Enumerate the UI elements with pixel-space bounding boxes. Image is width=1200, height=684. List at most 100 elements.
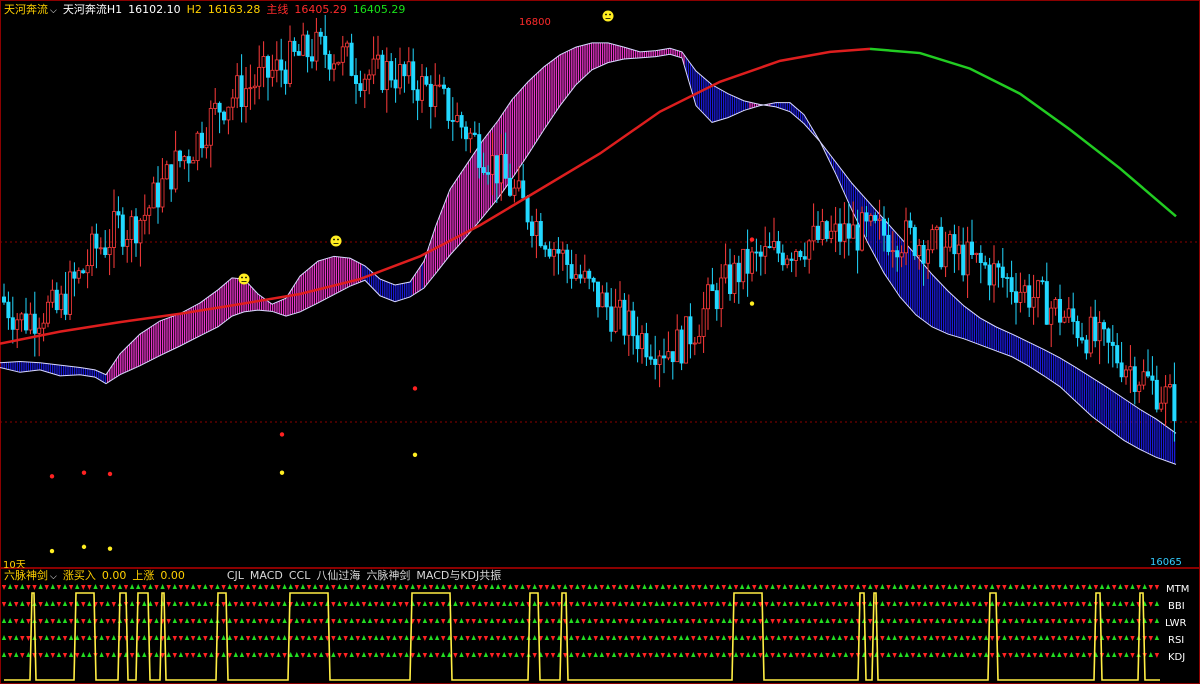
sub-arrow [1026,602,1031,607]
candle-body [622,299,627,336]
sub-arrow [111,602,116,607]
candle-body [1049,307,1054,325]
candle-body [103,247,108,255]
sub-arrow [556,602,562,607]
sub-arrow [203,636,208,641]
sub-arrow [593,636,598,641]
sub-arrow [892,618,897,623]
sub-arrow [306,585,312,590]
smiley-icon [238,273,250,285]
sub-arrow [1020,653,1025,658]
sub-arrow [495,653,501,658]
sub-arrow [605,636,611,641]
candle-body [631,310,636,337]
sub-arrow [477,618,482,623]
sub-arrow [813,619,818,624]
candle-body [1137,384,1142,392]
sub-arrow [837,584,842,589]
candle-body [604,292,609,308]
sub-arrow [916,652,922,657]
buy-signal-dot [81,544,87,550]
sub-arrow [1130,601,1135,606]
candle-body [389,61,394,81]
candle-body [424,76,429,85]
sub-arrow [343,619,348,624]
sub-arrow [685,635,690,640]
sub-arrow [642,635,647,640]
sub-arrow [953,652,958,657]
sub-arrow [752,601,757,606]
sub-arrow [672,653,678,658]
sub-arrow [788,652,794,657]
sub-arrow [1124,585,1129,590]
sub-arrow [813,636,818,641]
sub-arrow [1044,584,1050,589]
candle-body [728,264,733,295]
candle-body [1097,322,1102,342]
candle-body [485,172,490,175]
sub-arrow [965,636,970,641]
sub-arrow [398,653,403,658]
sub-arrow [520,636,525,641]
candle-body [287,40,292,84]
candle-body [155,182,160,208]
sub-arrow [898,584,903,589]
sell-signal-dot [107,471,113,477]
sub-arrow [203,653,208,658]
sub-arrow [26,602,31,607]
sub-arrow [1081,585,1086,590]
sub-arrow [264,585,269,590]
sub-arrow [514,635,519,640]
candle-body [521,180,526,199]
sub-arrow [392,652,397,657]
sub-arrow [1,602,7,607]
sub-arrow [190,619,196,624]
sub-arrow [1002,618,1007,623]
sub-arrow [953,602,958,607]
candle-body [776,241,781,254]
sub-arrow [721,635,726,640]
candle-body [402,64,407,77]
sub-arrow [782,636,787,641]
sub-arrow [575,601,580,606]
candle-body [274,59,279,71]
candle-body [706,284,711,310]
sub-arrow [50,601,55,606]
sub-arrow [197,601,202,606]
sub-arrow [203,619,208,624]
sub-indicator-chart[interactable] [0,568,1200,684]
sub-arrow [428,585,434,590]
candle-body [1119,362,1124,378]
candle-body [164,164,169,180]
sub-arrow [935,601,940,606]
sub-arrow [1118,653,1123,658]
main-price-chart[interactable] [0,0,1200,568]
sub-arrow [672,601,678,606]
sub-arrow [1032,653,1038,658]
sub-arrow [587,584,592,589]
sub-arrow [636,585,641,590]
sub-arrow [251,652,257,657]
candle-body [1053,299,1058,309]
sub-arrow [794,653,800,658]
sub-arrow [129,601,135,606]
candle-body [560,249,565,254]
sub-arrow [617,584,623,589]
sub-arrow [569,602,574,607]
candle-body [441,84,446,89]
sub-arrow [746,619,751,624]
candle-body [983,262,988,266]
sub-arrow [807,635,812,640]
candle-body [107,247,112,255]
candle-body [886,234,891,252]
sub-arrow [300,636,306,641]
sub-arrow [178,636,184,641]
sub-arrow [1124,602,1129,607]
sub-arrow [294,635,299,640]
sub-arrow [270,584,275,589]
sub-arrow [1020,601,1025,606]
candle-body [1106,328,1111,343]
sub-arrow [312,653,318,658]
candle-body [305,34,310,58]
sub-arrow [929,619,934,624]
